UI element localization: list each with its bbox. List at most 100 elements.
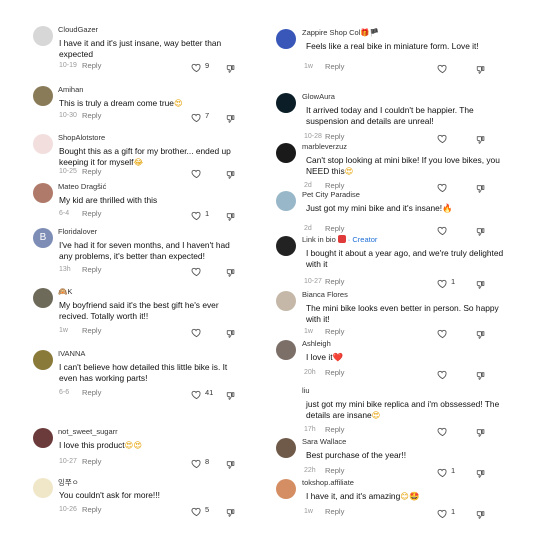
comment-username[interactable]: 🙉K (58, 287, 72, 296)
heart-icon[interactable] (191, 456, 202, 469)
heart-icon[interactable] (437, 367, 448, 380)
username-text[interactable]: 잉쭈ㅇ (58, 478, 79, 487)
comment-username[interactable]: not_sweet_sugarr (58, 427, 118, 436)
heart-icon[interactable] (437, 424, 448, 437)
heart-icon[interactable] (437, 326, 448, 339)
username-text[interactable]: CloudGazer (58, 25, 98, 34)
dislike-icon[interactable] (476, 277, 486, 289)
reply-button[interactable]: Reply (82, 209, 101, 218)
username-text[interactable]: liu (302, 386, 310, 395)
dislike-icon[interactable] (226, 505, 236, 517)
reply-button[interactable]: Reply (325, 277, 344, 286)
avatar[interactable] (33, 350, 53, 370)
avatar[interactable] (33, 288, 53, 308)
reply-button[interactable]: Reply (82, 111, 101, 120)
comment-username[interactable]: IVANNA (58, 349, 85, 358)
comment-username[interactable]: Bianca Flores (302, 290, 348, 299)
dislike-icon[interactable] (476, 425, 486, 437)
reply-button[interactable]: Reply (325, 132, 344, 141)
comment-username[interactable]: Link in bio · Creator (302, 235, 377, 244)
heart-icon[interactable] (437, 223, 448, 236)
heart-icon[interactable] (191, 166, 202, 179)
dislike-icon[interactable] (226, 265, 236, 277)
reply-button[interactable]: Reply (82, 505, 101, 514)
heart-icon[interactable] (437, 131, 448, 144)
username-text[interactable]: marbleverzuz (302, 142, 347, 151)
heart-icon[interactable] (437, 465, 448, 478)
avatar[interactable] (276, 191, 296, 211)
avatar[interactable] (33, 26, 53, 46)
username-text[interactable]: Mateo Dragšić (58, 182, 106, 191)
dislike-icon[interactable] (226, 111, 236, 123)
reply-button[interactable]: Reply (325, 224, 344, 233)
avatar[interactable] (276, 340, 296, 360)
reply-button[interactable]: Reply (325, 62, 344, 71)
reply-button[interactable]: Reply (82, 265, 101, 274)
reply-button[interactable]: Reply (325, 425, 344, 434)
username-text[interactable]: Ashleigh (302, 339, 331, 348)
avatar[interactable] (33, 183, 53, 203)
dislike-icon[interactable] (226, 167, 236, 179)
heart-icon[interactable] (191, 387, 202, 400)
avatar[interactable] (276, 29, 296, 49)
dislike-icon[interactable] (476, 507, 486, 519)
heart-icon[interactable] (191, 504, 202, 517)
dislike-icon[interactable] (476, 224, 486, 236)
comment-username[interactable]: marbleverzuz (302, 142, 347, 151)
reply-button[interactable]: Reply (82, 326, 101, 335)
dislike-icon[interactable] (226, 209, 236, 221)
username-text[interactable]: IVANNA (58, 349, 85, 358)
reply-button[interactable]: Reply (82, 61, 101, 70)
username-text[interactable]: Zappire Shop Col (302, 28, 360, 37)
dislike-icon[interactable] (226, 61, 236, 73)
username-text[interactable]: Amihan (58, 85, 83, 94)
comment-username[interactable]: Zappire Shop Col🎁🏴 (302, 28, 379, 37)
comment-username[interactable]: Amihan (58, 85, 83, 94)
username-text[interactable]: ShopAlotstore (58, 133, 105, 142)
dislike-icon[interactable] (226, 388, 236, 400)
username-text[interactable]: Sara Wallace (302, 437, 346, 446)
username-text[interactable]: not_sweet_sugarr (58, 427, 118, 436)
dislike-icon[interactable] (476, 368, 486, 380)
avatar[interactable] (276, 438, 296, 458)
dislike-icon[interactable] (226, 326, 236, 338)
heart-icon[interactable] (191, 264, 202, 277)
avatar[interactable] (276, 236, 296, 256)
comment-username[interactable]: GlowAura (302, 92, 335, 101)
dislike-icon[interactable] (476, 327, 486, 339)
heart-icon[interactable] (437, 276, 448, 289)
comment-username[interactable]: CloudGazer (58, 25, 98, 34)
dislike-icon[interactable] (476, 181, 486, 193)
comment-username[interactable]: Mateo Dragšić (58, 182, 106, 191)
username-text[interactable]: Pet City Paradise (302, 190, 360, 199)
username-text[interactable]: tokshop.affiliate (302, 478, 354, 487)
avatar[interactable] (276, 291, 296, 311)
username-text[interactable]: K (67, 287, 72, 296)
avatar[interactable] (276, 479, 296, 499)
username-text[interactable]: Link in bio (302, 235, 336, 244)
comment-username[interactable]: liu (302, 386, 310, 395)
comment-username[interactable]: Sara Wallace (302, 437, 346, 446)
dislike-icon[interactable] (476, 132, 486, 144)
dislike-icon[interactable] (476, 62, 486, 74)
dislike-icon[interactable] (226, 457, 236, 469)
heart-icon[interactable] (191, 60, 202, 73)
comment-username[interactable]: Floridalover (58, 227, 97, 236)
heart-icon[interactable] (191, 208, 202, 221)
avatar[interactable] (33, 478, 53, 498)
reply-button[interactable]: Reply (325, 466, 344, 475)
avatar[interactable] (276, 387, 296, 407)
comment-username[interactable]: tokshop.affiliate (302, 478, 354, 487)
avatar[interactable] (33, 134, 53, 154)
comment-username[interactable]: 잉쭈ㅇ (58, 477, 79, 488)
reply-button[interactable]: Reply (82, 167, 101, 176)
avatar[interactable] (276, 93, 296, 113)
heart-icon[interactable] (437, 506, 448, 519)
reply-button[interactable]: Reply (325, 368, 344, 377)
heart-icon[interactable] (437, 180, 448, 193)
comment-username[interactable]: ShopAlotstore (58, 133, 105, 142)
heart-icon[interactable] (191, 325, 202, 338)
heart-icon[interactable] (437, 61, 448, 74)
avatar[interactable]: B (33, 228, 53, 248)
avatar[interactable] (33, 86, 53, 106)
